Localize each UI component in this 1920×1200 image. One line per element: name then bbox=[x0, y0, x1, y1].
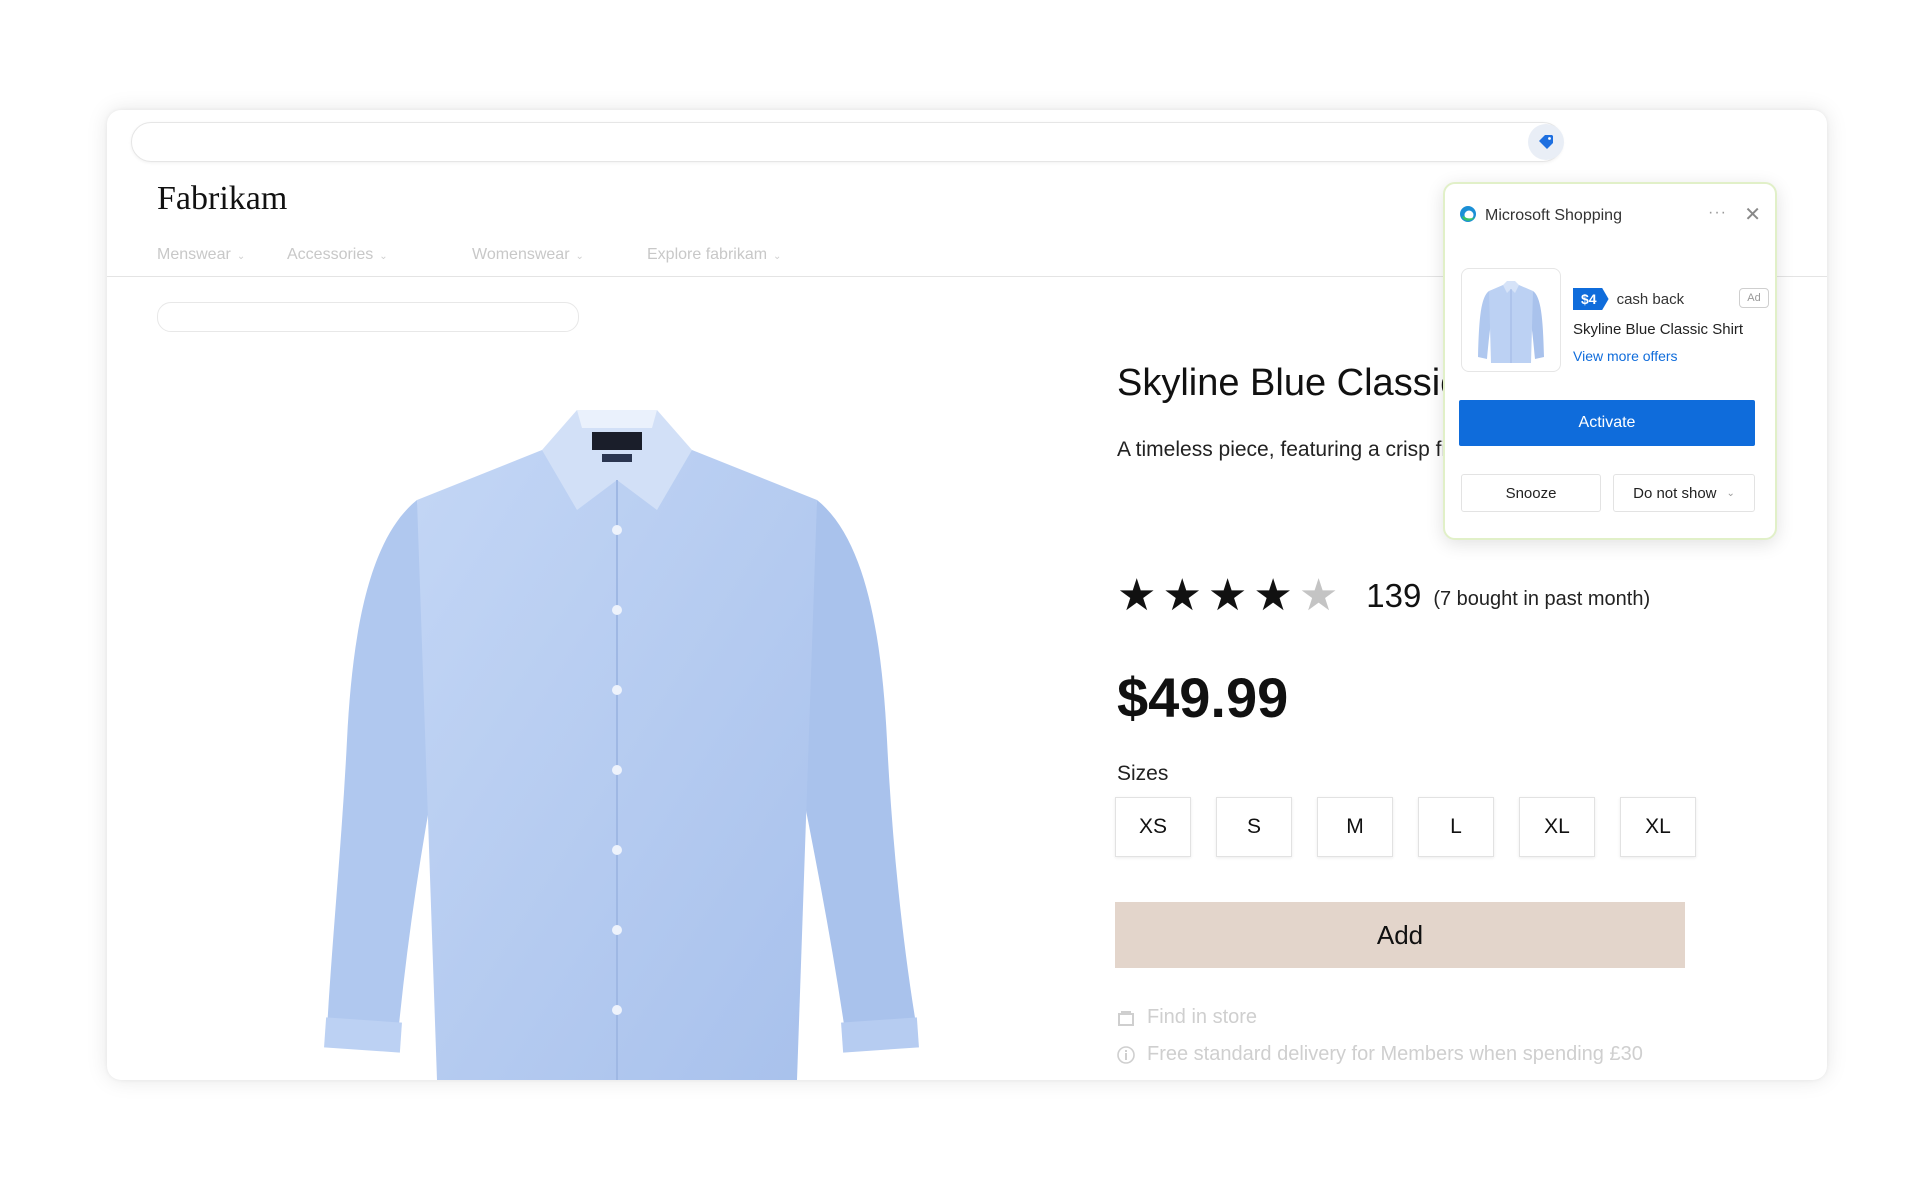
nav-item-explore[interactable]: Explore fabrikam ⌄ bbox=[647, 246, 781, 264]
activate-button[interactable]: Activate bbox=[1459, 400, 1755, 446]
ad-badge: Ad bbox=[1739, 288, 1769, 308]
do-not-show-button[interactable]: Do not show ⌄ bbox=[1613, 474, 1755, 512]
size-option-xl-2[interactable]: XL bbox=[1620, 797, 1696, 857]
more-options-icon[interactable]: ··· bbox=[1708, 204, 1727, 222]
popup-title: Microsoft Shopping bbox=[1485, 207, 1622, 224]
info-icon bbox=[1115, 1045, 1137, 1065]
review-note: (7 bought in past month) bbox=[1433, 587, 1651, 610]
nav-item-accessories[interactable]: Accessories ⌄ bbox=[287, 246, 388, 264]
size-option-l[interactable]: L bbox=[1418, 797, 1494, 857]
star-empty-icon: ★ bbox=[1298, 571, 1339, 620]
breadcrumb bbox=[157, 302, 579, 332]
product-title: Skyline Blue Classic bbox=[1117, 362, 1460, 404]
star-icon: ★ bbox=[1117, 571, 1157, 620]
cashback-label: cash back bbox=[1616, 290, 1685, 308]
view-more-offers-link[interactable]: View more offers bbox=[1573, 348, 1678, 364]
star-icon: ★ bbox=[1253, 571, 1293, 620]
review-count[interactable]: 139 bbox=[1366, 577, 1421, 615]
star-icon: ★ bbox=[1207, 571, 1248, 620]
popup-header: Microsoft Shopping ··· ✕ bbox=[1459, 204, 1761, 228]
product-rating[interactable]: ★ ★ ★ ★ ★ 139 (7 bought in past month) bbox=[1117, 574, 1650, 618]
size-option-xs[interactable]: XS bbox=[1115, 797, 1191, 857]
nav-item-womenswear[interactable]: Womenswear ⌄ bbox=[472, 246, 584, 264]
size-option-s[interactable]: S bbox=[1216, 797, 1292, 857]
chevron-down-icon: ⌄ bbox=[379, 251, 388, 262]
edge-icon bbox=[1459, 205, 1477, 228]
delivery-note: Free standard delivery for Members when … bbox=[1115, 1043, 1643, 1066]
add-to-bag-button[interactable]: Add bbox=[1115, 902, 1685, 968]
close-icon[interactable]: ✕ bbox=[1744, 202, 1761, 227]
screenshot-stage: Fabrikam Menswear ⌄ Accessories ⌄ Womenswe… bbox=[0, 0, 1920, 1200]
find-in-store-label: Find in store bbox=[1147, 1006, 1258, 1028]
product-price: $49.99 bbox=[1117, 666, 1289, 729]
offer-product-name: Skyline Blue Classic Shirt bbox=[1573, 321, 1744, 338]
address-bar[interactable] bbox=[131, 122, 1564, 162]
cashback-row: $4 cash back bbox=[1573, 288, 1684, 310]
chevron-down-icon: ⌄ bbox=[236, 251, 246, 262]
chevron-down-icon: ⌄ bbox=[1726, 487, 1735, 499]
shopping-popup: Microsoft Shopping ··· ✕ $4 cash back Ad… bbox=[1443, 182, 1777, 540]
size-selector: XS S M L XL XL bbox=[1115, 797, 1721, 857]
find-in-store-link[interactable]: Find in store bbox=[1115, 1006, 1257, 1029]
do-not-show-label: Do not show bbox=[1633, 484, 1717, 502]
store-icon bbox=[1115, 1010, 1137, 1026]
chevron-down-icon: ⌄ bbox=[773, 251, 782, 262]
product-image bbox=[257, 380, 977, 1080]
chevron-down-icon: ⌄ bbox=[575, 251, 584, 262]
nav-item-menswear[interactable]: Menswear ⌄ bbox=[157, 246, 245, 264]
offer-thumbnail[interactable] bbox=[1461, 268, 1561, 372]
shopping-tag-icon[interactable] bbox=[1528, 124, 1564, 160]
size-option-xl[interactable]: XL bbox=[1519, 797, 1595, 857]
brand-logo[interactable]: Fabrikam bbox=[157, 180, 287, 218]
sizes-label: Sizes bbox=[1117, 762, 1169, 785]
star-icon: ★ bbox=[1162, 571, 1202, 620]
size-option-m[interactable]: M bbox=[1317, 797, 1393, 857]
cashback-amount-badge: $4 bbox=[1573, 288, 1609, 310]
delivery-note-label: Free standard delivery for Members when … bbox=[1147, 1043, 1643, 1065]
browser-window: Fabrikam Menswear ⌄ Accessories ⌄ Womenswe… bbox=[107, 110, 1827, 1080]
snooze-button[interactable]: Snooze bbox=[1461, 474, 1601, 512]
